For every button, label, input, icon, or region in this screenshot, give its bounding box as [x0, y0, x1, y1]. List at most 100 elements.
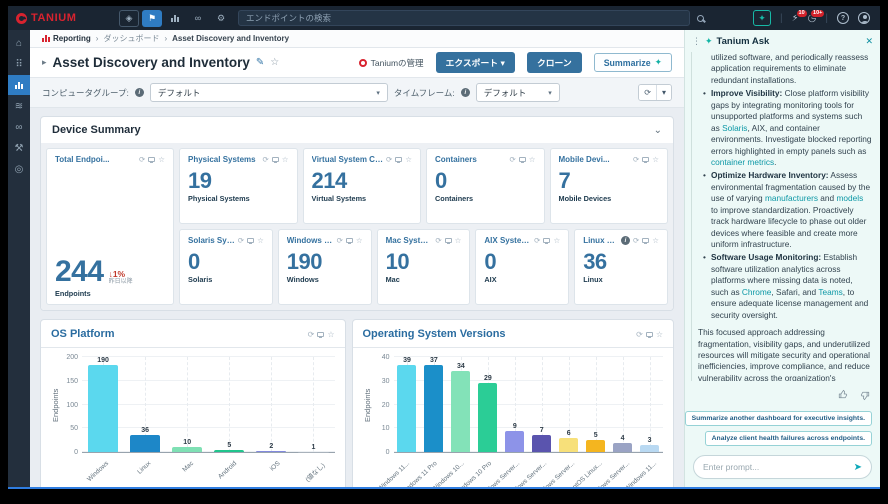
bar-Mac[interactable]: 10 [166, 357, 208, 452]
sidebar-item-signal[interactable]: ≋ [8, 96, 30, 116]
edit-title-icon[interactable]: ✎ [256, 57, 264, 68]
total-endpoints-card[interactable]: Total Endpoi... ⟳ ☆ 244 ↓1% [46, 148, 174, 305]
prompt-input[interactable] [703, 462, 850, 472]
inline-link[interactable]: manufacturers [765, 193, 818, 203]
sidebar-item-modules[interactable]: ⠿ [8, 54, 30, 74]
bar-iOS[interactable]: 2 [250, 357, 292, 452]
refresh-icon[interactable]: ⟳ [633, 236, 639, 245]
refresh-icon[interactable]: ⟳ [509, 155, 515, 164]
sidebar-item-home[interactable]: ⌂ [8, 33, 30, 53]
sidebar-item-compass[interactable]: ◎ [8, 159, 30, 179]
summarize-button[interactable]: Summarize✦ [594, 53, 672, 72]
refresh-button[interactable]: ⟳ [639, 85, 657, 100]
star-icon[interactable]: ☆ [652, 155, 659, 164]
endpoint-search-input[interactable] [246, 13, 682, 23]
refresh-icon[interactable]: ⟳ [386, 155, 392, 164]
bar-Windows Server...[interactable]: 7 [528, 357, 555, 452]
monitor-icon[interactable] [445, 238, 452, 243]
alerts-lightning-icon[interactable]: ⚡ 10 [792, 13, 799, 24]
favorite-star-icon[interactable]: ☆ [270, 57, 279, 68]
prompt-input-container[interactable]: ➤ [693, 455, 872, 479]
bar-Linux[interactable]: 36 [124, 357, 166, 452]
inline-link[interactable]: Teams [818, 287, 842, 297]
bar-Windows 11...[interactable]: 39 [394, 357, 421, 452]
bar-Windows 11...[interactable]: 3 [636, 357, 663, 452]
info-icon[interactable]: i [461, 88, 470, 97]
endpoint-search-bar[interactable] [238, 10, 690, 26]
diamond-icon[interactable]: ◈ [119, 10, 139, 27]
inline-link[interactable]: Solaris [722, 123, 747, 133]
refresh-icon[interactable]: ⟳ [139, 155, 145, 164]
refresh-icon[interactable]: ⟳ [636, 330, 643, 339]
monitor-icon[interactable] [646, 332, 653, 337]
refresh-icon[interactable]: ⟳ [262, 155, 268, 164]
computer-group-select[interactable]: デフォルト ▾ [150, 83, 388, 102]
star-icon[interactable]: ☆ [652, 236, 659, 245]
bar-Android[interactable]: 5 [208, 357, 250, 452]
refresh-icon[interactable]: ⟳ [633, 155, 639, 164]
collapse-chevron-icon[interactable]: ⌄ [654, 125, 662, 136]
star-icon[interactable]: ☆ [356, 236, 363, 245]
drag-handle-icon[interactable]: ⋮ [692, 36, 701, 47]
inline-link[interactable]: Chrome [742, 287, 772, 297]
sidebar-item-connections[interactable]: ∞ [8, 117, 30, 137]
send-icon[interactable]: ➤ [854, 462, 862, 473]
thumbs-up-icon[interactable] [838, 389, 848, 401]
refresh-icon[interactable]: ⟳ [534, 236, 540, 245]
star-icon[interactable]: ☆ [553, 236, 560, 245]
bar-Windows 11 Pro[interactable]: 37 [420, 357, 447, 452]
star-icon[interactable]: ☆ [455, 236, 462, 245]
bar-Windows[interactable]: 190 [82, 357, 124, 452]
summary-card-linux[interactable]: Linux Sy...i⟳☆36Linux [574, 229, 668, 305]
timeframe-select[interactable]: デフォルト ▾ [476, 83, 560, 102]
star-icon[interactable]: ☆ [529, 155, 536, 164]
sidebar-item-reporting[interactable] [8, 75, 30, 95]
flag-icon[interactable]: ⚑ [142, 10, 162, 27]
export-button[interactable]: エクスポート ▾ [436, 52, 515, 73]
breadcrumb-dashboard[interactable]: ダッシュボード [103, 33, 159, 44]
bar-Windows 10 Pro[interactable]: 29 [474, 357, 501, 452]
sidebar-item-tools[interactable]: ⚒ [8, 138, 30, 158]
gear-icon[interactable]: ⚙ [211, 10, 231, 27]
inline-link[interactable]: models [836, 193, 863, 203]
monitor-icon[interactable] [642, 157, 649, 162]
search-icon[interactable] [697, 15, 704, 22]
refresh-icon[interactable]: ⟳ [238, 236, 244, 245]
user-avatar[interactable] [858, 12, 870, 24]
summary-card-mac[interactable]: Mac Systems⟳☆10Mac [377, 229, 471, 305]
refresh-icon[interactable]: ⟳ [435, 236, 441, 245]
link-icon[interactable]: ∞ [188, 10, 208, 27]
bar-chart-icon[interactable] [165, 10, 185, 27]
inline-link[interactable]: container metrics [711, 157, 774, 167]
bar-CentOS Linux...[interactable]: 5 [582, 357, 609, 452]
suggestion-chip[interactable]: Analyze client health failures across en… [705, 431, 872, 446]
summary-card-aix[interactable]: AIX Systems⟳☆0AIX [475, 229, 569, 305]
bar-Windows 10...[interactable]: 34 [447, 357, 474, 452]
monitor-icon[interactable] [642, 238, 649, 243]
tanium-ask-icon[interactable]: ✦ [753, 10, 771, 26]
summary-card-containers[interactable]: Containers⟳☆0Containers [426, 148, 545, 224]
info-icon[interactable]: i [621, 236, 630, 245]
monitor-icon[interactable] [317, 332, 324, 337]
monitor-icon[interactable] [247, 238, 254, 243]
close-icon[interactable]: ✕ [865, 36, 873, 47]
summary-card-windows[interactable]: Windows En...⟳☆190Windows [278, 229, 372, 305]
star-icon[interactable]: ☆ [656, 330, 663, 339]
monitor-icon[interactable] [519, 157, 526, 162]
monitor-icon[interactable] [346, 238, 353, 243]
refresh-icon[interactable]: ⟳ [337, 236, 343, 245]
summary-card-solaris[interactable]: Solaris Syst...⟳☆0Solaris [179, 229, 273, 305]
info-icon[interactable]: i [135, 88, 144, 97]
refresh-options-button[interactable]: ▾ [657, 85, 671, 100]
help-icon[interactable]: ? [837, 12, 849, 24]
bar-Windows Server...[interactable]: 9 [501, 357, 528, 452]
bar-Windows Server...[interactable]: 4 [609, 357, 636, 452]
suggestion-chip[interactable]: Summarize another dashboard for executiv… [685, 411, 872, 426]
bar-(値なし)[interactable]: 1 [292, 357, 334, 452]
clone-button[interactable]: クローン [527, 52, 582, 73]
summary-card-physical-systems[interactable]: Physical Systems⟳☆19Physical Systems [179, 148, 298, 224]
summary-card-mobile-devices[interactable]: Mobile Devi...⟳☆7Mobile Devices [550, 148, 669, 224]
star-icon[interactable]: ☆ [282, 155, 289, 164]
monitor-icon[interactable] [148, 157, 155, 162]
breadcrumb-reporting[interactable]: Reporting [42, 34, 91, 43]
